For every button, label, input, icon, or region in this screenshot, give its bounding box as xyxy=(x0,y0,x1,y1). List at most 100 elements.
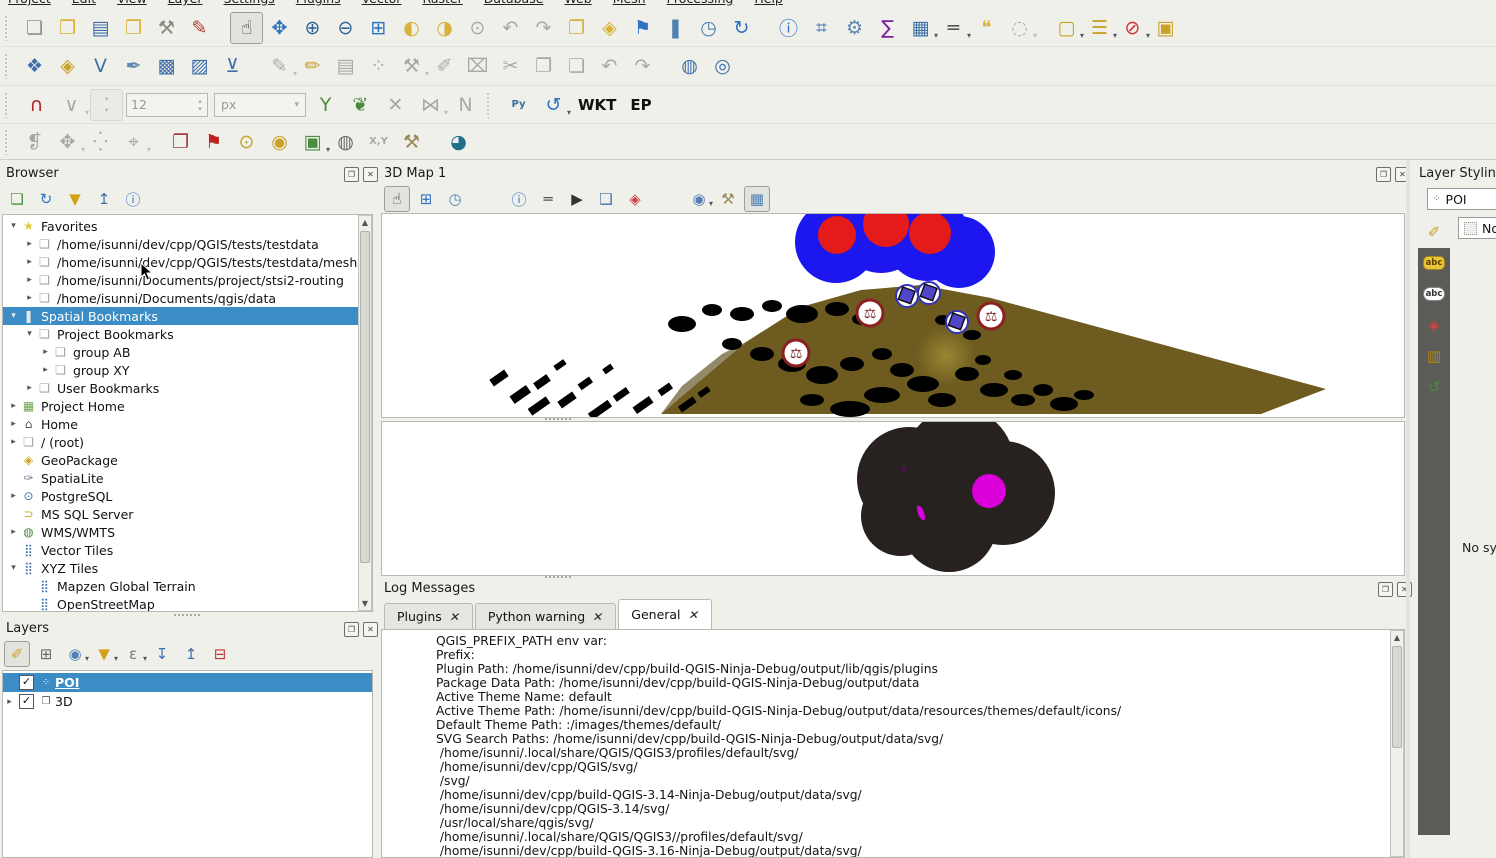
python-console-button[interactable]: Py xyxy=(502,89,535,121)
animations-button[interactable]: ◷ xyxy=(442,186,468,212)
measure-3d-button[interactable]: ═ xyxy=(535,186,561,212)
copy-features-button[interactable]: ❐ xyxy=(527,50,560,82)
search-button[interactable]: ◌ xyxy=(1003,12,1036,44)
measure-button[interactable]: ═ xyxy=(937,12,970,44)
show-bookmarks-button[interactable]: ❚ xyxy=(659,12,692,44)
scroll-up-icon[interactable]: ▲ xyxy=(359,216,371,229)
tree-item-spatialite[interactable]: ✑ SpatiaLite xyxy=(3,469,372,487)
show-sum-button[interactable]: ∑ xyxy=(871,12,904,44)
menu-layer[interactable]: Layer xyxy=(168,0,203,6)
avoid-intersections-button[interactable]: ✕ xyxy=(379,89,412,121)
map3d-viewport[interactable]: ⚖ ⚖ ⚖ xyxy=(381,213,1405,418)
tab-general[interactable]: General ✕ xyxy=(618,599,711,629)
processing-options-button[interactable]: ⚙ xyxy=(838,12,871,44)
tree-item-stsi2-routing[interactable]: ▸ ❏ /home/isunni/Documents/project/stsi2… xyxy=(3,271,372,289)
open-attribute-table-button[interactable]: ▦ xyxy=(904,12,937,44)
menu-processing[interactable]: Processing xyxy=(667,0,734,6)
menu-database[interactable]: Database xyxy=(484,0,544,6)
rotate-label-button[interactable]: ⌖ xyxy=(117,126,150,158)
snapping-toggle-button[interactable]: ∩ xyxy=(20,89,53,121)
view-splitter-handle[interactable] xyxy=(545,418,571,420)
snapping-tolerance-spinbox[interactable]: 12 xyxy=(126,93,208,117)
styling-renderer-combobox[interactable]: No xyxy=(1458,217,1496,239)
camera-view-button[interactable]: ◉ xyxy=(686,186,712,212)
browser-scrollbar[interactable]: ▲ ▼ xyxy=(358,215,372,611)
map3d-float-button[interactable]: ❐ xyxy=(1376,167,1391,182)
scroll-down-icon[interactable]: ▼ xyxy=(359,597,371,610)
zoom-to-selection-button[interactable]: ◐ xyxy=(395,12,428,44)
metasearch-add-button[interactable]: ◍ xyxy=(673,50,706,82)
toggle-editing-button[interactable]: ✏ xyxy=(296,50,329,82)
add-geopackage-layer-button[interactable]: ◈ xyxy=(51,50,84,82)
map-tips-button[interactable]: ❝ xyxy=(970,12,1003,44)
current-edits-button[interactable]: ✎ xyxy=(263,50,296,82)
processing-history-button[interactable]: ↺ xyxy=(537,89,570,121)
pan-to-selection-button[interactable]: ✥ xyxy=(263,12,296,44)
browser-close-button[interactable]: ✕ xyxy=(363,167,378,182)
select-features-button[interactable]: ▢ xyxy=(1050,12,1083,44)
dock-divider[interactable] xyxy=(1406,160,1410,858)
tree-item-geopackage[interactable]: ◈ GeoPackage xyxy=(3,451,372,469)
zoom-to-layer-button[interactable]: ◑ xyxy=(428,12,461,44)
tab-plugins[interactable]: Plugins ✕ xyxy=(384,603,473,629)
layer-row-poi[interactable]: ✓ ⁘ POI xyxy=(3,673,372,692)
open-project-button[interactable]: ❒ xyxy=(51,12,84,44)
styling-tab-diagrams[interactable]: ▥ xyxy=(1418,340,1450,371)
menu-project[interactable]: Project xyxy=(8,0,51,6)
copy-annotation-button[interactable]: ❐ xyxy=(164,126,197,158)
layer-checkbox[interactable]: ✓ xyxy=(19,675,34,690)
annotation-zoom-button[interactable]: ⊙ xyxy=(230,126,263,158)
expander-icon[interactable]: ▸ xyxy=(7,527,20,537)
menu-help[interactable]: Help xyxy=(754,0,783,6)
tree-item-postgresql[interactable]: ▸ ⊙ PostgreSQL xyxy=(3,487,372,505)
timer-button[interactable]: ◕ xyxy=(442,126,475,158)
add-selected-layers-button[interactable]: ❏ xyxy=(4,186,30,212)
styling-tab-symbology[interactable]: ✐ xyxy=(1418,216,1450,247)
styling-tab-history[interactable]: ↺ xyxy=(1418,371,1450,402)
tree-item-wms[interactable]: ▸ ◍ WMS/WMTS xyxy=(3,523,372,541)
tab-close-icon[interactable]: ✕ xyxy=(592,610,605,624)
set-layer-extent-button[interactable]: ▣ xyxy=(296,126,329,158)
tree-item-qgis-data[interactable]: ▸ ❏ /home/isunni/Documents/qgis/data xyxy=(3,289,372,307)
tracing-button[interactable]: ❦ xyxy=(344,89,377,121)
expander-icon[interactable]: ▸ xyxy=(7,401,20,411)
expand-all-layers-button[interactable]: ↧ xyxy=(149,641,175,667)
styling-tab-3d-view[interactable]: ◈ xyxy=(1418,309,1450,340)
ep-plugin-button[interactable]: EP xyxy=(624,89,657,121)
tree-item-project-home[interactable]: ▸ ▦ Project Home xyxy=(3,397,372,415)
manage-map-themes-button[interactable]: ◉ xyxy=(62,641,88,667)
expander-icon[interactable]: ▸ xyxy=(23,257,36,267)
modify-attributes-button[interactable]: ✐ xyxy=(428,50,461,82)
deselect-features-button[interactable]: ⊘ xyxy=(1116,12,1149,44)
tree-item-group-ab[interactable]: ▸ ❏ group AB xyxy=(3,343,372,361)
zoom-next-button[interactable]: ↷ xyxy=(527,12,560,44)
add-virtual-layer-button[interactable]: ⊻ xyxy=(216,50,249,82)
tree-item-group-xy[interactable]: ▸ ❏ group XY xyxy=(3,361,372,379)
topological-editing-button[interactable]: Y xyxy=(309,89,342,121)
vertex-tool-button[interactable]: ⚒ xyxy=(395,50,428,82)
map-canvas[interactable] xyxy=(381,421,1405,576)
select-by-value-button[interactable]: ☰ xyxy=(1083,12,1116,44)
pan-map-button[interactable]: ☝ xyxy=(230,12,263,44)
export-3d-button[interactable]: ◈ xyxy=(622,186,648,212)
snapping-grid-button[interactable]: ⁚ xyxy=(90,89,123,121)
expander-icon[interactable]: ▸ xyxy=(39,365,52,375)
zoom-out-button[interactable]: ⊖ xyxy=(329,12,362,44)
menu-mesh[interactable]: Mesh xyxy=(613,0,646,6)
save-layer-edits-button[interactable]: ▤ xyxy=(329,50,362,82)
menu-settings[interactable]: Settings xyxy=(224,0,275,6)
snapping-unit-combobox[interactable]: px▾ xyxy=(214,93,306,117)
snapping-mode-button[interactable]: ∨ xyxy=(55,89,88,121)
menu-web[interactable]: Web xyxy=(564,0,591,6)
zoom-full-3d-button[interactable]: ⊞ xyxy=(413,186,439,212)
canvas-splitter-handle[interactable] xyxy=(545,576,571,578)
layer-checkbox[interactable]: ✓ xyxy=(19,694,34,709)
tree-item-favorites[interactable]: ▾ ★ Favorites xyxy=(3,217,372,235)
add-spatialite-layer-button[interactable]: ✒ xyxy=(117,50,150,82)
browser-float-button[interactable]: ❐ xyxy=(344,167,359,182)
camera-pan-button[interactable]: ☝ xyxy=(384,186,410,212)
save-image-button[interactable]: ❑ xyxy=(593,186,619,212)
zoom-native-button[interactable]: ⊙ xyxy=(461,12,494,44)
tree-item-root[interactable]: ▸ ❏ / (root) xyxy=(3,433,372,451)
expander-icon[interactable]: ▸ xyxy=(23,275,36,285)
